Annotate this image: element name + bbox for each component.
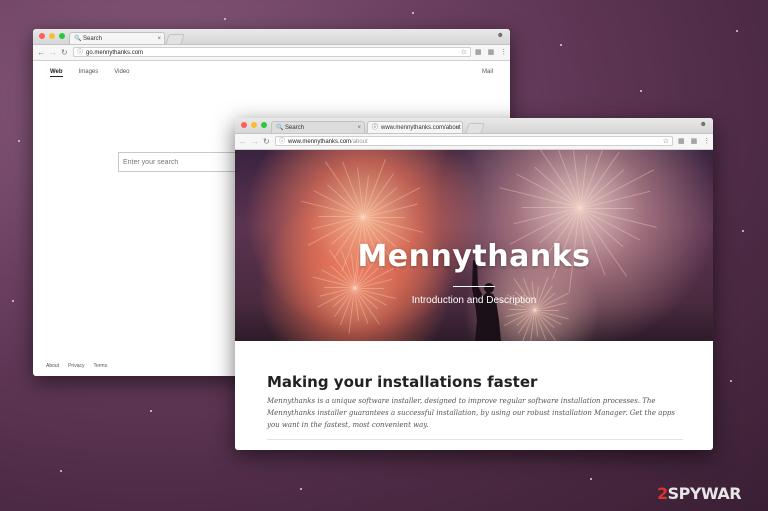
tab-label: Search xyxy=(285,125,305,131)
footer-about[interactable]: About xyxy=(46,363,59,369)
extension-icon[interactable]: ▦ xyxy=(678,135,685,148)
forward-arrow-icon[interactable]: → xyxy=(251,135,259,148)
extension-icons: ▦ ▦ ⋮ xyxy=(678,135,710,148)
star xyxy=(224,18,226,20)
hero-banner: Mennythanks Introduction and Description xyxy=(235,150,713,341)
reload-icon[interactable]: ↻ xyxy=(263,135,270,148)
magnifier-icon: 🔍 xyxy=(74,36,82,42)
address-path: /about xyxy=(351,139,368,145)
close-window-button[interactable] xyxy=(241,122,247,128)
star xyxy=(300,488,302,490)
zoom-window-button[interactable] xyxy=(59,33,65,39)
section-heading: Making your installations faster xyxy=(267,373,538,391)
extension-icon[interactable]: ▦ xyxy=(691,135,698,148)
star xyxy=(412,12,414,14)
footer-terms[interactable]: Terms xyxy=(93,363,107,369)
star xyxy=(18,140,20,142)
zoom-window-button[interactable] xyxy=(261,122,267,128)
bookmark-star-icon[interactable]: ☆ xyxy=(461,48,467,58)
search-nav: Web Images Video xyxy=(50,69,130,77)
close-window-button[interactable] xyxy=(39,33,45,39)
extension-icons: ▦ ▦ ⋮ xyxy=(475,46,507,59)
nav-mail[interactable]: Mail xyxy=(482,69,493,75)
nav-video[interactable]: Video xyxy=(114,69,129,77)
star xyxy=(640,90,642,92)
main-content: Making your installations faster Mennyth… xyxy=(235,373,713,440)
traffic-lights xyxy=(241,122,267,128)
new-tab-button[interactable] xyxy=(165,34,185,45)
watermark-logo: 2SPYWAR xyxy=(657,484,742,503)
star xyxy=(60,470,62,472)
tab-close-icon[interactable]: × xyxy=(157,33,161,45)
star xyxy=(150,410,152,412)
tab-close-icon[interactable]: × xyxy=(357,122,361,134)
star xyxy=(742,230,744,232)
browser-toolbar: ← → ↻ ⓘ go.mennythanks.com ☆ ▦ ▦ ⋮ xyxy=(33,45,510,61)
watermark-prefix: 2 xyxy=(657,484,668,503)
hero-divider xyxy=(453,286,495,287)
page-info-icon[interactable]: ⓘ xyxy=(77,48,83,58)
star xyxy=(560,44,562,46)
star xyxy=(590,478,592,480)
star xyxy=(736,30,738,32)
magnifier-icon: 🔍 xyxy=(276,125,284,131)
address-bar[interactable]: ⓘ www.mennythanks.com/about ☆ xyxy=(275,136,673,146)
firework-spark xyxy=(522,207,580,208)
menu-dots-icon[interactable]: ⋮ xyxy=(703,135,710,148)
tab-label: Search xyxy=(83,36,103,42)
hero-title: Mennythanks xyxy=(357,239,591,274)
reload-icon[interactable]: ↻ xyxy=(61,46,68,59)
star xyxy=(730,380,732,382)
tab-label: www.mennythanks.com/about xyxy=(381,125,461,131)
new-tab-button[interactable] xyxy=(465,123,485,134)
star xyxy=(12,300,14,302)
nav-images[interactable]: Images xyxy=(79,69,99,77)
tab-search[interactable]: 🔍 Search × xyxy=(271,121,365,133)
search-input[interactable] xyxy=(118,152,238,172)
menu-dots-icon[interactable]: ⋮ xyxy=(500,46,507,59)
title-bar: 🔍 Search × ☻ xyxy=(33,29,510,45)
section-divider xyxy=(267,439,683,440)
traffic-lights xyxy=(39,33,65,39)
profile-icon[interactable]: ☻ xyxy=(497,32,504,39)
back-arrow-icon[interactable]: ← xyxy=(37,46,45,59)
minimize-window-button[interactable] xyxy=(251,122,257,128)
extension-icon[interactable]: ▦ xyxy=(475,46,482,59)
footer-links: About Privacy Terms xyxy=(46,363,107,369)
firework-spark xyxy=(324,287,355,288)
browser-toolbar: ← → ↻ ⓘ www.mennythanks.com/about ☆ ▦ ▦ … xyxy=(235,134,713,150)
back-arrow-icon[interactable]: ← xyxy=(239,135,247,148)
page-info-icon[interactable]: ⓘ xyxy=(279,137,285,147)
watermark-name: SPYWAR xyxy=(667,484,742,503)
address-bar[interactable]: ⓘ go.mennythanks.com ☆ xyxy=(73,47,471,57)
browser-window-about: 🔍 Search × ⓘ www.mennythanks.com/about ×… xyxy=(235,118,713,450)
section-description: Mennythanks is a unique software install… xyxy=(267,397,675,429)
extension-icon[interactable]: ▦ xyxy=(488,46,495,59)
bookmark-star-icon[interactable]: ☆ xyxy=(663,137,669,147)
tab-about[interactable]: ⓘ www.mennythanks.com/about × xyxy=(367,121,463,133)
hero-subtitle: Introduction and Description xyxy=(411,295,537,306)
forward-arrow-icon[interactable]: → xyxy=(49,46,57,59)
tab-close-icon[interactable]: × xyxy=(455,122,459,134)
firework-spark xyxy=(580,208,634,209)
address-host: www.mennythanks.com xyxy=(288,139,352,145)
info-icon: ⓘ xyxy=(372,125,379,131)
title-bar: 🔍 Search × ⓘ www.mennythanks.com/about ×… xyxy=(235,118,713,134)
tab-search[interactable]: 🔍 Search × xyxy=(69,32,165,44)
profile-icon[interactable]: ☻ xyxy=(700,121,707,128)
nav-web[interactable]: Web xyxy=(50,69,63,77)
footer-privacy[interactable]: Privacy xyxy=(68,363,84,369)
minimize-window-button[interactable] xyxy=(49,33,55,39)
address-text: go.mennythanks.com xyxy=(86,50,144,56)
firework-spark xyxy=(318,216,363,217)
